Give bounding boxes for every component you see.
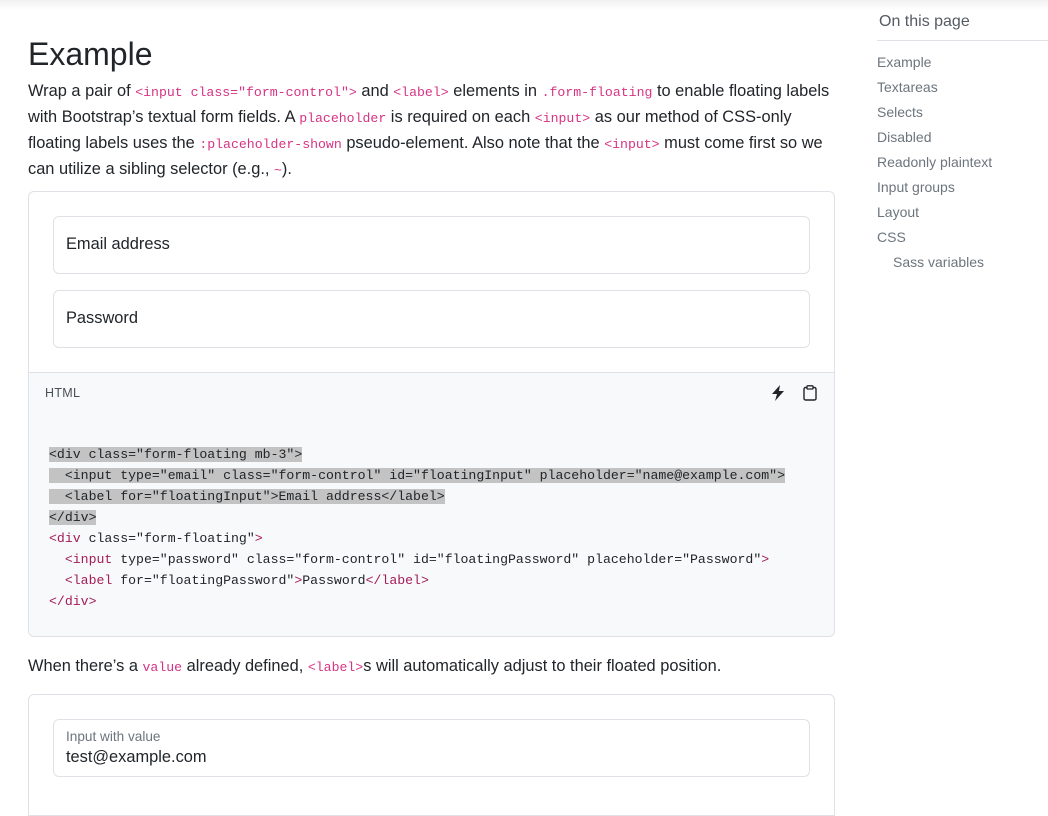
- value-paragraph: When there’s a value already defined, <l…: [28, 657, 722, 675]
- inline-code: .form-floating: [541, 85, 653, 100]
- toc-link-input-groups[interactable]: Input groups: [877, 179, 955, 195]
- inline-code: <input>: [534, 111, 591, 126]
- inline-code: <input class="form-control">: [135, 85, 357, 100]
- field-value: test@example.com: [66, 748, 207, 766]
- inline-code: <label>: [393, 85, 449, 100]
- code-line: <label for="floatingPassword">Password</…: [64, 573, 429, 588]
- code-line: <label for="floatingInput">Email address…: [49, 489, 445, 504]
- copy-button[interactable]: [799, 382, 821, 404]
- example-preview-value: Input with value test@example.com: [28, 694, 835, 816]
- inline-code: ~: [273, 163, 282, 178]
- password-field-label: Password: [66, 309, 138, 327]
- section-heading: Example: [28, 36, 153, 72]
- clipboard-icon: [803, 385, 817, 401]
- floating-label: Input with value: [66, 729, 161, 744]
- password-field[interactable]: Password: [53, 290, 810, 348]
- code-toolbar: HTML: [28, 372, 835, 415]
- example-preview: Email address Password: [28, 191, 835, 372]
- code-block: <div class="form-floating mb-3"> <input …: [28, 414, 835, 637]
- email-field-label: Email address: [66, 235, 170, 253]
- toc-divider: [877, 40, 1048, 41]
- code-content: <div class="form-floating mb-3"> <input …: [49, 444, 785, 612]
- toc-link-selects[interactable]: Selects: [877, 104, 923, 120]
- email-field[interactable]: Email address: [53, 216, 810, 274]
- code-line: </div>: [49, 594, 97, 609]
- toc-link-example[interactable]: Example: [877, 54, 931, 70]
- toc-title: On this page: [879, 13, 970, 30]
- code-line: <input type="email" class="form-control"…: [49, 468, 785, 483]
- top-shadow: [0, 0, 1048, 10]
- code-line: <div class="form-floating">: [49, 531, 263, 546]
- intro-paragraph: Wrap a pair of <input class="form-contro…: [28, 82, 830, 178]
- toc-link-sass-variables[interactable]: Sass variables: [893, 254, 984, 270]
- toc-link-disabled[interactable]: Disabled: [877, 129, 931, 145]
- lightning-icon: [772, 385, 784, 401]
- toc-link-layout[interactable]: Layout: [877, 204, 919, 220]
- toc-link-css[interactable]: CSS: [877, 229, 906, 245]
- code-line: </div>: [49, 510, 97, 525]
- code-line: <div class="form-floating mb-3">: [49, 447, 303, 462]
- email-value-field[interactable]: Input with value test@example.com: [53, 719, 810, 777]
- toc-link-readonly-plaintext[interactable]: Readonly plaintext: [877, 154, 992, 170]
- stackblitz-button[interactable]: [767, 382, 789, 404]
- code-language-label: HTML: [45, 386, 81, 400]
- inline-code: <input>: [604, 137, 660, 152]
- inline-code: placeholder: [299, 111, 387, 126]
- inline-code: :placeholder-shown: [199, 137, 342, 152]
- code-line: <input type="password" class="form-contr…: [64, 552, 770, 567]
- toc-link-textareas[interactable]: Textareas: [877, 79, 938, 95]
- inline-code: value: [142, 660, 183, 675]
- inline-code: <label>: [307, 660, 364, 675]
